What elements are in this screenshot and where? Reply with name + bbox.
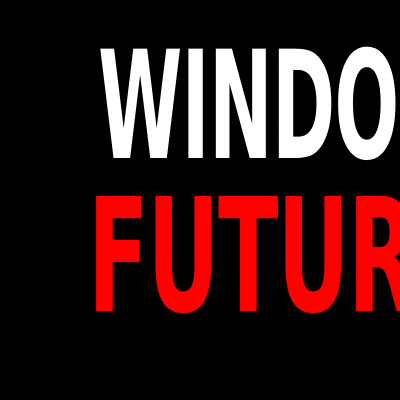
logo-canvas: WINDOWS FUTURES	[0, 0, 400, 400]
logo-word-futures: FUTURES	[88, 165, 400, 349]
